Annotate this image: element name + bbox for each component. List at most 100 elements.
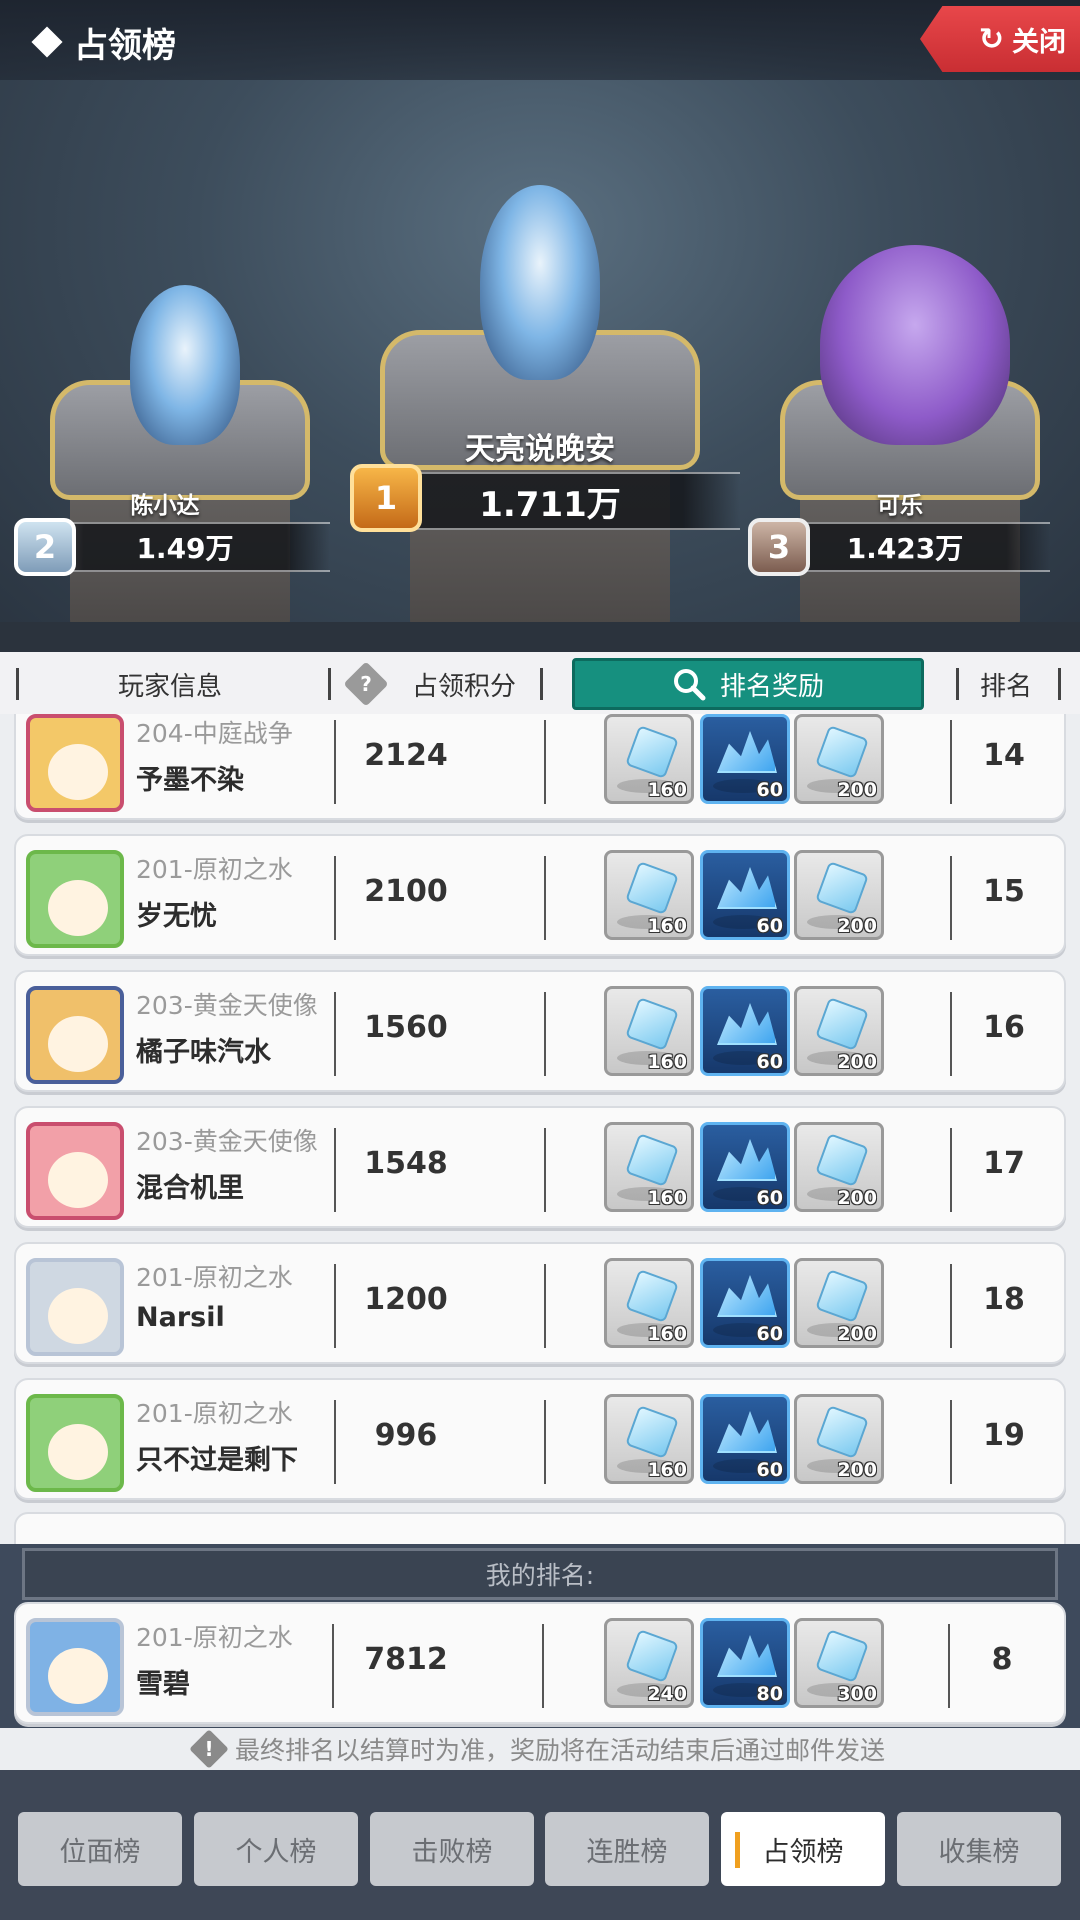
tab-win-streak[interactable]: 连胜榜 [545,1812,709,1886]
rank-value: 8 [991,1642,1013,1677]
avatar[interactable] [26,850,124,948]
warning-icon: ! [189,1729,229,1769]
reward-crystal-cube[interactable]: 160 [604,1258,694,1348]
reward-crystal-cluster[interactable]: 60 [700,986,790,1076]
tab-collection[interactable]: 收集榜 [897,1812,1061,1886]
reward-quantity: 160 [647,1051,687,1073]
tab-occupation[interactable]: 占领榜 [721,1812,885,1886]
score-value: 1200 [364,1282,448,1317]
reward-crystal-shard[interactable]: 200 [794,986,884,1076]
help-icon[interactable]: ? [343,661,389,707]
server-name: 203-黄金天使像 [136,991,318,1020]
server-name: 201-原初之水 [136,1263,293,1292]
reward-crystal-cube[interactable]: 160 [604,986,694,1076]
rank-value: 14 [983,738,1025,773]
reward-crystal-cluster[interactable]: 60 [700,714,790,804]
server-name: 201-原初之水 [136,1399,293,1428]
reward-quantity: 60 [756,1459,783,1481]
avatar[interactable] [26,1394,124,1492]
reward-crystal-shard[interactable]: 300 [794,1618,884,1708]
podium-area: 占领榜 ↻ 关闭 天亮说晚安 陈小达 可乐 1.711万 1.49万 1.423… [0,0,1080,652]
rank-3-badge: 3 [748,518,810,576]
reward-crystal-cluster[interactable]: 60 [700,1258,790,1348]
reward-crystal-shard[interactable]: 200 [794,1122,884,1212]
server-name: 201-原初之水 [136,855,293,884]
player-name: Narsil [136,1302,225,1333]
avatar[interactable] [26,714,124,812]
rank-value: 18 [983,1282,1025,1317]
rank-rewards-label: 排名奖励 [719,671,824,702]
second-place-score: 1.49万 [40,522,330,572]
reward-crystal-cube[interactable]: 160 [604,1394,694,1484]
player-name: 岁无忧 [136,901,217,932]
notice-text: 最终排名以结算时为准，奖励将在活动结束后通过邮件发送 [234,1736,885,1765]
close-label: 关闭 [1012,26,1066,58]
table-row-partial[interactable] [14,1512,1066,1544]
reward-quantity: 60 [756,1051,783,1073]
reward-quantity: 160 [647,1187,687,1209]
score-value: 1548 [364,1146,448,1181]
my-rank-row[interactable]: 201-原初之水 雪碧 7812 240 80 300 8 [14,1602,1066,1724]
rank-1-badge: 1 [350,464,422,532]
reward-quantity: 160 [647,1459,687,1481]
reward-crystal-cluster[interactable]: 60 [700,1122,790,1212]
score-value: 996 [374,1418,438,1453]
player-name: 雪碧 [136,1669,190,1700]
tab-personal[interactable]: 个人榜 [194,1812,358,1886]
table-row[interactable]: 203-黄金天使像 橘子味汽水 1560 160 60 200 16 [14,970,1066,1092]
reward-crystal-cluster[interactable]: 60 [700,1394,790,1484]
rank-value: 16 [983,1010,1025,1045]
second-place-name: 陈小达 [130,493,200,519]
page-title: 占领榜 [28,18,176,66]
bottom-tabs: 位面榜 个人榜 击败榜 连胜榜 占领榜 收集榜 [0,1770,1080,1920]
reward-quantity: 160 [647,779,687,801]
reward-crystal-cluster[interactable]: 60 [700,850,790,940]
server-name: 204-中庭战争 [136,719,293,748]
header-score: 占领积分 [412,672,517,702]
reward-crystal-cube[interactable]: 160 [604,850,694,940]
page-title-text: 占领榜 [74,25,176,66]
reward-crystal-shard[interactable]: 200 [794,714,884,804]
avatar[interactable] [26,986,124,1084]
first-place-character[interactable] [480,185,600,380]
header-player-info: 玩家信息 [118,672,223,702]
reward-crystal-cube[interactable]: 160 [604,1122,694,1212]
table-row[interactable]: 201-原初之水 Narsil 1200 160 60 200 18 [14,1242,1066,1364]
player-name: 只不过是剩下 [136,1445,298,1476]
reward-crystal-cube[interactable]: 160 [604,714,694,804]
table-row[interactable]: 201-原初之水 只不过是剩下 996 160 60 200 19 [14,1378,1066,1500]
reward-quantity: 60 [756,1323,783,1345]
reward-quantity: 60 [756,1187,783,1209]
third-place-character[interactable] [820,245,1010,445]
avatar[interactable] [26,1618,124,1716]
reward-quantity: 60 [756,915,783,937]
server-name: 203-黄金天使像 [136,1127,318,1156]
avatar[interactable] [26,1122,124,1220]
ranking-list[interactable]: 204-中庭战争 予墨不染 2124 160 60 200 14 201-原初之… [0,714,1080,1544]
second-place-character[interactable] [130,285,240,445]
first-place-name: 天亮说晚安 [465,432,615,467]
reward-quantity: 200 [837,915,877,937]
return-arrow-icon: ↻ [978,21,1004,57]
table-row[interactable]: 203-黄金天使像 混合机里 1548 160 60 200 17 [14,1106,1066,1228]
table-row[interactable]: 201-原初之水 岁无忧 2100 160 60 200 15 [14,834,1066,956]
diamond-icon [31,26,63,58]
tab-plane[interactable]: 位面榜 [18,1812,182,1886]
rank-rewards-button[interactable]: 排名奖励 [572,658,924,710]
reward-crystal-shard[interactable]: 200 [794,1394,884,1484]
score-value: 7812 [364,1642,448,1677]
rank-value: 19 [983,1418,1025,1453]
reward-crystal-shard[interactable]: 200 [794,1258,884,1348]
reward-crystal-cube[interactable]: 240 [604,1618,694,1708]
rank-value: 15 [983,874,1025,909]
avatar[interactable] [26,1258,124,1356]
notice: ! 最终排名以结算时为准，奖励将在活动结束后通过邮件发送 [0,1728,1080,1770]
reward-quantity: 200 [837,779,877,801]
score-value: 2124 [364,738,448,773]
close-button[interactable]: ↻ 关闭 [920,6,1080,72]
player-name: 予墨不染 [136,765,244,796]
table-row[interactable]: 204-中庭战争 予墨不染 2124 160 60 200 14 [14,714,1066,820]
reward-crystal-cluster[interactable]: 80 [700,1618,790,1708]
tab-defeat[interactable]: 击败榜 [370,1812,534,1886]
reward-crystal-shard[interactable]: 200 [794,850,884,940]
